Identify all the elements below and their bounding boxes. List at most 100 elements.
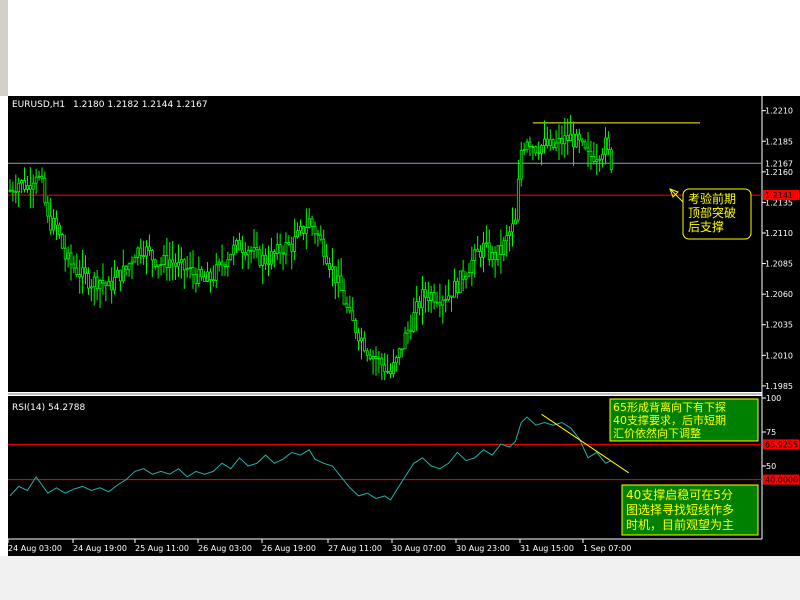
candle-body	[177, 261, 180, 267]
x-tick-label: 24 Aug 03:00	[8, 544, 62, 553]
x-tick-label: 31 Aug 15:00	[520, 544, 574, 553]
candle-body	[17, 182, 21, 193]
candle-body	[435, 301, 439, 304]
candle-body	[560, 137, 564, 145]
candle-body	[592, 156, 596, 163]
candle-body	[458, 270, 462, 294]
candle-body	[197, 269, 201, 284]
candle-body	[531, 146, 535, 148]
candle-body	[528, 141, 532, 147]
candle-body	[455, 280, 459, 294]
candle-body	[554, 142, 558, 149]
candle-body	[575, 133, 578, 148]
candle-body	[345, 303, 349, 308]
candle-body	[357, 332, 360, 342]
candle-body	[522, 149, 526, 152]
candle-body	[319, 234, 323, 240]
candle-body	[577, 133, 581, 141]
annotation-line: 65形成背离向下有下探	[613, 400, 726, 414]
candle-body	[473, 249, 477, 261]
candle-body	[89, 286, 93, 289]
candle-body	[499, 245, 503, 255]
candle-body	[278, 244, 282, 254]
candle-body	[606, 137, 610, 150]
candle-body	[43, 177, 47, 204]
candle-body	[609, 149, 613, 171]
candle-body	[188, 267, 192, 270]
candle-body	[377, 357, 381, 360]
price-y-tick-label: 1.2060	[765, 290, 793, 299]
candle-body	[551, 139, 555, 149]
candle-body	[156, 264, 160, 268]
candle-body	[153, 259, 157, 268]
candle-body	[362, 337, 366, 352]
candle-body	[229, 253, 233, 261]
candle-body	[98, 280, 102, 290]
candle-body	[8, 189, 12, 192]
rsi-y-tick-label: 100	[766, 394, 781, 403]
price-y-tick-label: 1.2085	[765, 260, 793, 269]
candle-body	[418, 301, 421, 309]
candle-body	[519, 149, 523, 180]
candle-body	[293, 236, 297, 252]
candle-body	[508, 231, 512, 237]
candle-body	[168, 259, 172, 269]
candle-body	[171, 259, 175, 264]
candle-body	[447, 295, 451, 300]
candle-body	[482, 242, 485, 258]
candle-body	[586, 147, 590, 152]
candle-body	[34, 176, 38, 184]
rsi-level-marker: 65.9255	[765, 440, 798, 449]
candle-body	[444, 299, 448, 301]
candle-body	[226, 259, 230, 267]
candle-body	[397, 348, 401, 358]
ohlc-label: 1.2180 1.2182 1.2144 1.2167	[73, 100, 208, 110]
candle-body	[261, 254, 265, 266]
candle-body	[104, 282, 108, 287]
rsi-indicator-value: 54.2788	[48, 403, 85, 413]
candle-body	[26, 185, 29, 190]
candle-body	[63, 247, 67, 260]
x-tick-label: 24 Aug 19:00	[73, 544, 127, 553]
chart-canvas[interactable]: EURUSD,H1 1.2180 1.2182 1.2144 1.2167 RS…	[0, 0, 800, 600]
candle-body	[543, 138, 546, 146]
candle-body	[392, 362, 395, 375]
candle-body	[511, 223, 514, 233]
candle-body	[400, 348, 404, 351]
annotation-line: 图选择寻找短线作多	[626, 503, 734, 517]
candle-body	[557, 137, 561, 144]
candle-body	[342, 290, 346, 305]
candle-body	[487, 242, 491, 261]
candle-body	[191, 267, 195, 276]
candle-body	[604, 137, 607, 155]
candle-body	[214, 264, 218, 281]
rsi-indicator-label: RSI(14)	[12, 403, 45, 413]
candle-body	[365, 350, 369, 356]
candle-body	[23, 180, 26, 190]
rsi-y-tick-label: 50	[766, 462, 776, 471]
candle-body	[467, 272, 471, 277]
candle-body	[217, 261, 221, 266]
candle-body	[572, 133, 575, 148]
candle-body	[374, 355, 378, 359]
candle-body	[470, 260, 474, 273]
candle-body	[423, 289, 427, 298]
candle-body	[540, 145, 543, 154]
candle-body	[383, 364, 387, 373]
candle-body	[66, 252, 70, 260]
x-tick-label: 26 Aug 03:00	[198, 544, 252, 553]
candle-body	[601, 153, 604, 160]
candle-body	[502, 240, 506, 255]
candle-body	[287, 242, 291, 245]
candle-body	[284, 242, 288, 255]
candle-body	[121, 265, 125, 282]
candle-body	[421, 289, 424, 309]
candle-body	[296, 230, 299, 238]
annotation-line: 汇价依然向下调整	[613, 426, 701, 440]
candle-body	[223, 264, 227, 267]
candle-body	[534, 146, 538, 154]
candle-body	[566, 135, 570, 141]
annotation-line: 顶部突破	[688, 205, 736, 220]
candle-body	[206, 271, 209, 282]
price-panel[interactable]	[8, 96, 762, 392]
